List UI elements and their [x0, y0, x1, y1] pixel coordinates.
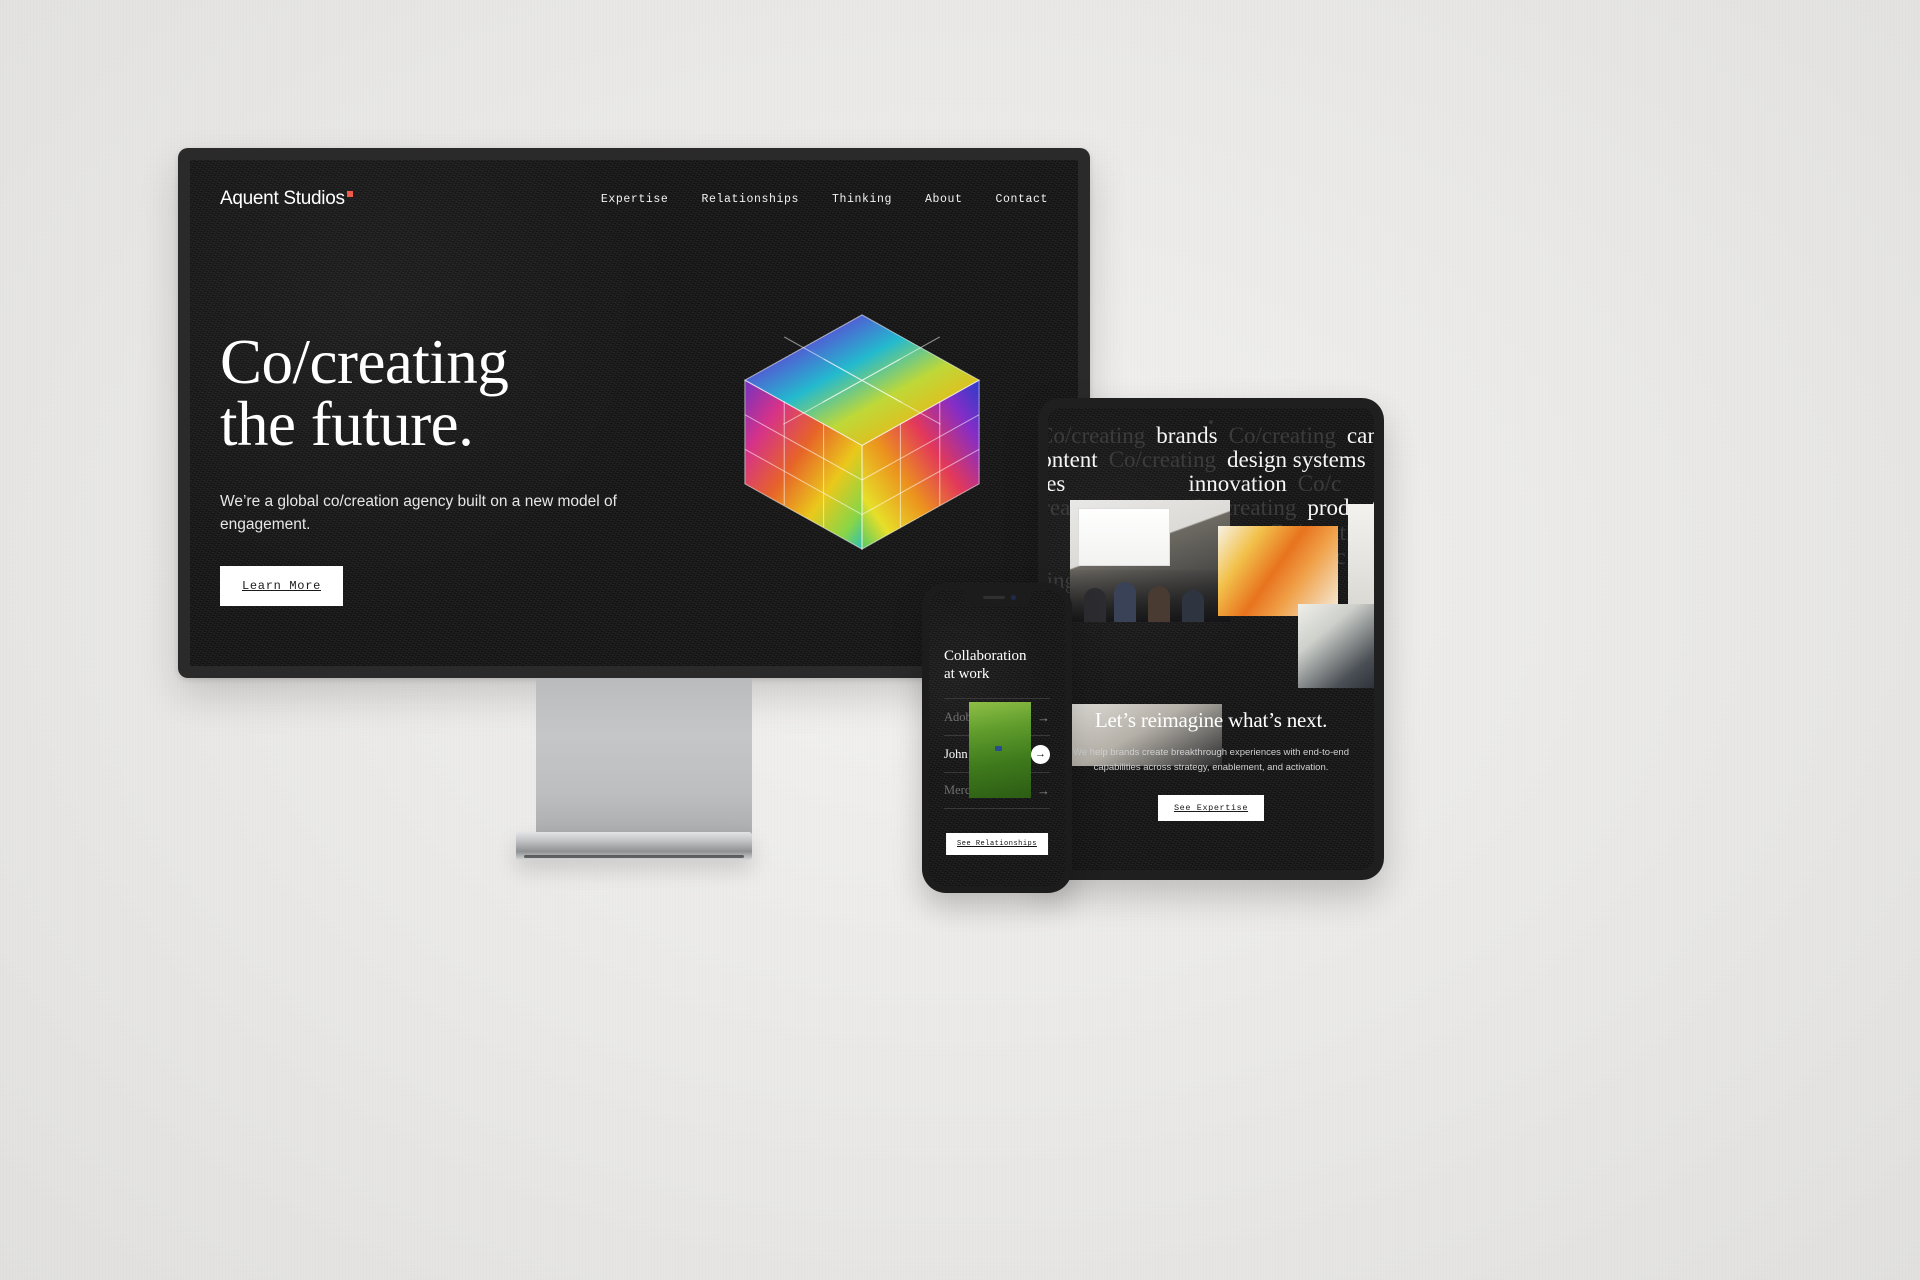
wordcloud-word: Co/creating	[1108, 447, 1216, 473]
nav-item-relationships[interactable]: Relationships	[701, 193, 799, 206]
see-expertise-button[interactable]: See Expertise	[1157, 795, 1265, 822]
learn-more-button[interactable]: Learn More	[220, 566, 344, 607]
wordcloud-word: design systems	[1227, 447, 1366, 473]
site-header: Aquent Studios Expertise Relationships T…	[220, 188, 1048, 210]
wordcloud-row: ces innovation Co/c	[1048, 472, 1374, 496]
wordcloud-word: innovation	[1188, 471, 1287, 497]
tile-meeting-photo	[1070, 500, 1230, 622]
tile-students-photo	[1298, 604, 1374, 688]
phone-device: Collaboration at work Adobe → John Deere…	[922, 583, 1072, 893]
tablet-hero-headline: Let’s reimagine what’s next.	[1094, 708, 1328, 732]
wordcloud-word: content	[1048, 447, 1098, 473]
tile-person	[1114, 582, 1136, 622]
arrow-right-icon: →	[1037, 783, 1050, 798]
tile-person	[1182, 590, 1204, 622]
hero-headline: Co/creating the future.	[220, 331, 650, 456]
hero-section: Co/creating the future. We’re a global c…	[220, 331, 650, 607]
nav-item-expertise[interactable]: Expertise	[601, 193, 669, 206]
monitor-base	[516, 832, 752, 860]
arrow-right-icon: →	[1037, 709, 1050, 725]
tablet-device: Co/creating brands Co/creating campaigns…	[1038, 398, 1384, 880]
wordcloud-row: content Co/creating design systems	[1048, 447, 1374, 473]
brand-logo-text: Aquent Studios	[220, 188, 345, 209]
tile-people-overlay	[1070, 570, 1230, 622]
nav-item-about[interactable]: About	[925, 193, 963, 206]
tablet-hero-subtext: We help brands create breakthrough exper…	[1072, 747, 1350, 774]
brand-logo[interactable]: Aquent Studios	[220, 188, 353, 210]
phone-screen: Collaboration at work Adobe → John Deere…	[929, 590, 1065, 886]
nav-item-thinking[interactable]: Thinking	[832, 193, 892, 206]
phone-camera-icon	[1011, 595, 1016, 600]
phone-title-line-2: at work	[944, 665, 990, 682]
monitor-stand	[536, 678, 752, 838]
brand-mark-icon	[346, 190, 353, 197]
wordcloud-word: ces	[1048, 471, 1066, 497]
main-nav: Expertise Relationships Thinking About C…	[601, 193, 1048, 206]
tile-right-edge-photo	[1348, 504, 1374, 614]
nav-item-contact[interactable]: Contact	[995, 193, 1048, 206]
phone-section-title: Collaboration at work	[944, 648, 1027, 683]
tablet-screen: Co/creating brands Co/creating campaigns…	[1048, 408, 1374, 870]
phone-speaker-icon	[983, 596, 1005, 599]
phone-title-line-1: Collaboration	[944, 648, 1027, 664]
wordcloud-word: Co/c	[1297, 471, 1342, 497]
wordcloud-word: Co/creating	[1228, 424, 1336, 448]
tile-abstract-art-photo	[1218, 526, 1338, 616]
wordcloud-word: campaigns	[1346, 424, 1374, 448]
wordcloud-row: Co/creating brands Co/creating campaigns	[1048, 424, 1374, 448]
tile-person	[1148, 586, 1170, 622]
iridescent-cube-graphic	[743, 314, 981, 551]
hero-headline-line-2: the future.	[220, 388, 474, 459]
tablet-hero-section: Let’s reimagine what’s next. We help bra…	[1048, 708, 1374, 822]
wordcloud-word: Co/creating	[1048, 424, 1146, 448]
client-preview-image	[969, 702, 1031, 798]
wordcloud-word: brands	[1156, 424, 1218, 448]
hero-headline-line-1: Co/creating	[220, 327, 509, 397]
arrow-right-circle-icon[interactable]: →	[1031, 744, 1050, 764]
tile-person	[1084, 588, 1106, 622]
see-relationships-button[interactable]: See Relationships	[946, 833, 1048, 855]
hero-subtext: We’re a global co/creation agency built …	[220, 493, 617, 533]
